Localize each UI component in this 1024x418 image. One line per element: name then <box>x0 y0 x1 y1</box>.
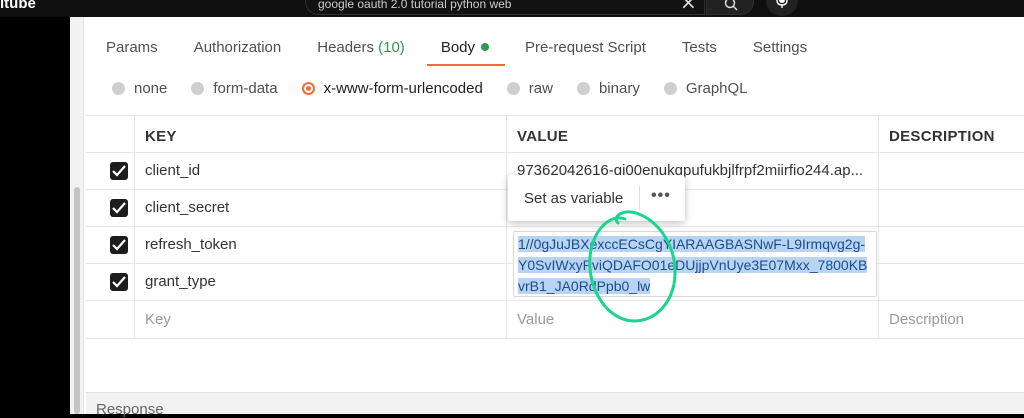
tab-label: Authorization <box>193 39 282 56</box>
set-variable-popup: Set as variable ••• <box>508 175 685 221</box>
param-key: client_id <box>145 162 201 179</box>
clear-search-icon[interactable]: × <box>680 0 697 14</box>
response-label: Response <box>96 401 164 418</box>
radio-form-data[interactable]: form-data <box>191 80 278 97</box>
description-cell[interactable] <box>879 190 1024 226</box>
search-icon <box>724 0 738 11</box>
youtube-logo[interactable]: ıtube <box>0 0 36 12</box>
header-value-col: VALUE <box>507 116 879 152</box>
tab-label: Headers <box>317 39 374 56</box>
description-column-header: DESCRIPTION <box>889 128 995 145</box>
body-modified-dot <box>481 43 490 51</box>
checkmark-icon <box>112 165 126 177</box>
radio-circle-icon <box>112 82 125 95</box>
tab-params[interactable]: Params <box>106 35 158 65</box>
description-cell[interactable] <box>879 227 1024 263</box>
value-placeholder: Value <box>517 311 555 328</box>
checkbox-cell <box>86 227 135 263</box>
checkbox-cell <box>86 301 135 338</box>
table-row: refresh_token 1//0gJuJBXexccECsCgYIARAAG… <box>86 227 1024 297</box>
radio-raw[interactable]: raw <box>506 80 553 97</box>
key-cell[interactable]: client_secret <box>135 190 507 226</box>
checkbox-cell <box>86 153 135 189</box>
description-placeholder: Description <box>889 311 965 328</box>
request-tabs: Params Authorization Headers (10) Body P… <box>106 35 843 66</box>
youtube-top-bar: ıtube google oauth 2.0 tutorial python w… <box>0 0 1024 17</box>
radio-label: none <box>134 80 168 97</box>
value-cell[interactable]: 1//0gJuJBXexccECsCgYIARAAGBASNwF-L9Irmqv… <box>507 227 879 297</box>
tab-label: Settings <box>752 39 808 56</box>
radio-circle-icon <box>506 82 520 95</box>
header-checkbox-col <box>86 116 135 152</box>
header-key-col: KEY <box>135 116 507 152</box>
response-pane-header[interactable]: Response <box>86 392 1024 418</box>
search-query-text: google oauth 2.0 tutorial python web <box>318 0 512 11</box>
sidebar-edge <box>70 17 84 414</box>
microphone-icon <box>776 0 788 8</box>
value-cell[interactable]: Value <box>507 301 879 338</box>
table-header-row: KEY VALUE DESCRIPTION <box>86 116 1024 153</box>
key-column-header: KEY <box>145 128 177 145</box>
tab-tests[interactable]: Tests <box>682 35 717 65</box>
enabled-checkbox[interactable] <box>110 273 128 291</box>
tab-label: Tests <box>681 39 717 56</box>
new-param-row: Key Value Description <box>86 301 1024 339</box>
radio-label: x-www-form-urlencoded <box>323 80 483 97</box>
headers-count-badge: (10) <box>378 39 405 56</box>
checkmark-icon <box>112 276 126 288</box>
radio-none[interactable]: none <box>112 80 167 97</box>
checkmark-icon <box>112 239 126 251</box>
radio-graphql[interactable]: GraphQL <box>663 80 748 97</box>
set-as-variable-button[interactable]: Set as variable <box>524 190 623 207</box>
description-cell[interactable] <box>879 153 1024 189</box>
enabled-checkbox[interactable] <box>110 199 128 217</box>
description-cell[interactable] <box>879 264 1024 300</box>
enabled-checkbox[interactable] <box>110 236 128 254</box>
checkbox-cell <box>86 264 135 300</box>
radio-label: form-data <box>213 80 278 97</box>
header-description-col: DESCRIPTION <box>879 116 1024 152</box>
radio-label: binary <box>598 80 640 97</box>
key-cell[interactable]: refresh_token <box>135 227 507 263</box>
value-column-header: VALUE <box>517 128 569 145</box>
body-type-selector: none form-data x-www-form-urlencoded raw… <box>112 80 772 97</box>
radio-label: GraphQL <box>685 80 748 97</box>
radio-circle-icon <box>191 82 205 95</box>
key-cell[interactable]: client_id <box>135 153 507 189</box>
description-cell[interactable]: Description <box>879 301 1024 338</box>
param-key: client_secret <box>145 199 230 216</box>
youtube-search-input[interactable]: google oauth 2.0 tutorial python web <box>305 0 705 15</box>
enabled-checkbox[interactable] <box>110 162 128 180</box>
radio-circle-icon <box>576 82 590 95</box>
radio-binary[interactable]: binary <box>576 80 640 97</box>
tab-headers[interactable]: Headers (10) <box>317 35 405 65</box>
voice-search-button[interactable] <box>766 0 798 16</box>
param-key: refresh_token <box>145 236 237 253</box>
radio-label: raw <box>528 80 553 97</box>
key-cell[interactable]: grant_type <box>135 264 507 300</box>
key-placeholder: Key <box>145 311 171 328</box>
checkmark-icon <box>112 202 126 214</box>
tab-body[interactable]: Body <box>426 35 506 66</box>
radio-x-www-form-urlencoded[interactable]: x-www-form-urlencoded <box>301 80 483 97</box>
tab-authorization[interactable]: Authorization <box>194 35 282 65</box>
more-options-icon[interactable]: ••• <box>651 187 671 205</box>
search-button[interactable] <box>706 0 754 15</box>
value-cell[interactable] <box>507 264 879 300</box>
tab-label: Body <box>440 39 476 56</box>
radio-circle-icon <box>663 82 677 95</box>
tab-pre-request-script[interactable]: Pre-request Script <box>525 35 646 65</box>
tab-settings[interactable]: Settings <box>753 35 807 65</box>
radio-selected-icon <box>301 82 315 95</box>
params-table: KEY VALUE DESCRIPTION client_id 97362042… <box>86 115 1024 339</box>
checkbox-cell <box>86 190 135 226</box>
scrollbar-thumb[interactable] <box>74 187 80 414</box>
postman-request-panel: Params Authorization Headers (10) Body P… <box>70 17 1024 418</box>
popup-divider <box>639 186 640 210</box>
tab-label: Pre-request Script <box>525 39 646 56</box>
tab-label: Params <box>106 39 158 56</box>
param-key: grant_type <box>145 273 216 290</box>
key-cell[interactable]: Key <box>135 301 507 338</box>
table-row: grant_type <box>86 264 1024 301</box>
